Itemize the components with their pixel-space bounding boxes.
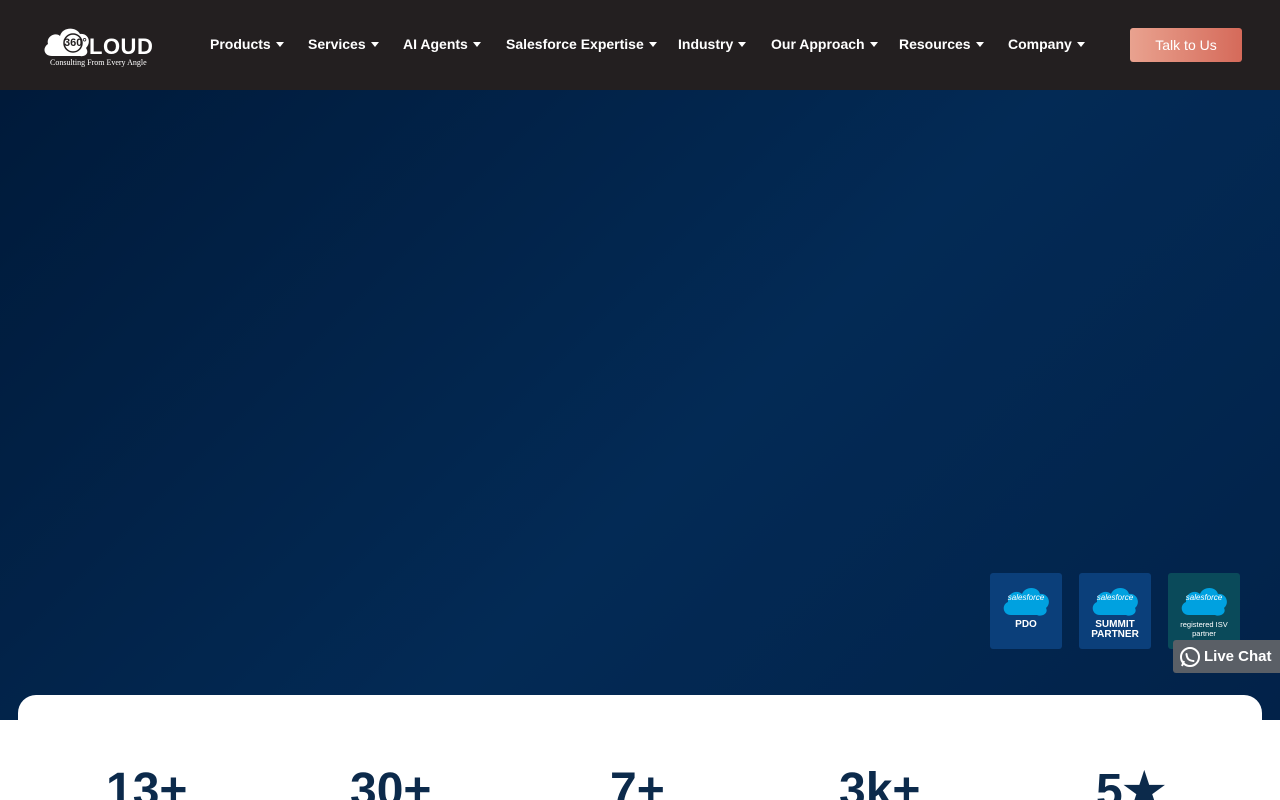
badge-brand: salesforce [1007,593,1045,602]
stat-value: 5★ [1096,765,1166,800]
salesforce-isv-partner-badge: salesforce registered ISV partner [1168,573,1240,649]
nav-item-ai-agents[interactable]: AI Agents [403,36,481,52]
nav-item-label: Products [210,36,271,52]
nav-item-label: Industry [678,36,734,52]
main-nav: Products Services AI Agents Salesforce E… [0,0,1100,90]
caret-down-icon [869,41,878,47]
caret-down-icon [472,41,481,47]
nav-item-label: Our Approach [771,36,865,52]
nav-item-services[interactable]: Services [308,36,379,52]
salesforce-cloud-icon: salesforce [1179,583,1229,617]
nav-item-label: Company [1008,36,1072,52]
top-navigation-bar: 360° LOUD Consulting From Every Angle Pr… [0,0,1280,90]
live-chat-button[interactable]: Live Chat [1173,640,1280,673]
caret-down-icon [975,41,984,47]
badge-title: PDO [1015,619,1037,630]
badge-title: SUMMIT PARTNER [1091,619,1139,640]
salesforce-pdo-badge: salesforce PDO [990,573,1062,649]
badge-title: registered ISV partner [1180,620,1228,638]
salesforce-cloud-icon: salesforce [1001,583,1051,617]
stat-value: 7+ [610,764,665,800]
stats-card: 13+ 30+ 7+ 3k+ 5★ [18,695,1262,800]
nav-item-label: Salesforce Expertise [506,36,644,52]
caret-down-icon [1076,41,1085,47]
caret-down-icon [738,41,747,47]
stat-value: 13+ [106,764,188,800]
nav-item-label: AI Agents [403,36,468,52]
nav-item-products[interactable]: Products [210,36,284,52]
live-chat-label: Live Chat [1204,648,1272,665]
stat-value: 3k+ [839,764,921,800]
caret-down-icon [275,41,284,47]
salesforce-summit-partner-badge: salesforce SUMMIT PARTNER [1079,573,1151,649]
nav-item-resources[interactable]: Resources [899,36,984,52]
caret-down-icon [648,41,657,47]
salesforce-cloud-icon: salesforce [1090,583,1140,617]
talk-to-us-button[interactable]: Talk to Us [1130,28,1242,62]
caret-down-icon [370,41,379,47]
whatsapp-icon [1180,646,1200,667]
badge-brand: salesforce [1096,593,1134,602]
nav-item-our-approach[interactable]: Our Approach [771,36,878,52]
nav-item-salesforce-expertise[interactable]: Salesforce Expertise [506,36,657,52]
nav-item-label: Resources [899,36,971,52]
nav-item-industry[interactable]: Industry [678,36,747,52]
badge-brand: salesforce [1185,593,1223,602]
nav-item-company[interactable]: Company [1008,36,1085,52]
nav-item-label: Services [308,36,366,52]
stat-value: 30+ [350,764,432,800]
